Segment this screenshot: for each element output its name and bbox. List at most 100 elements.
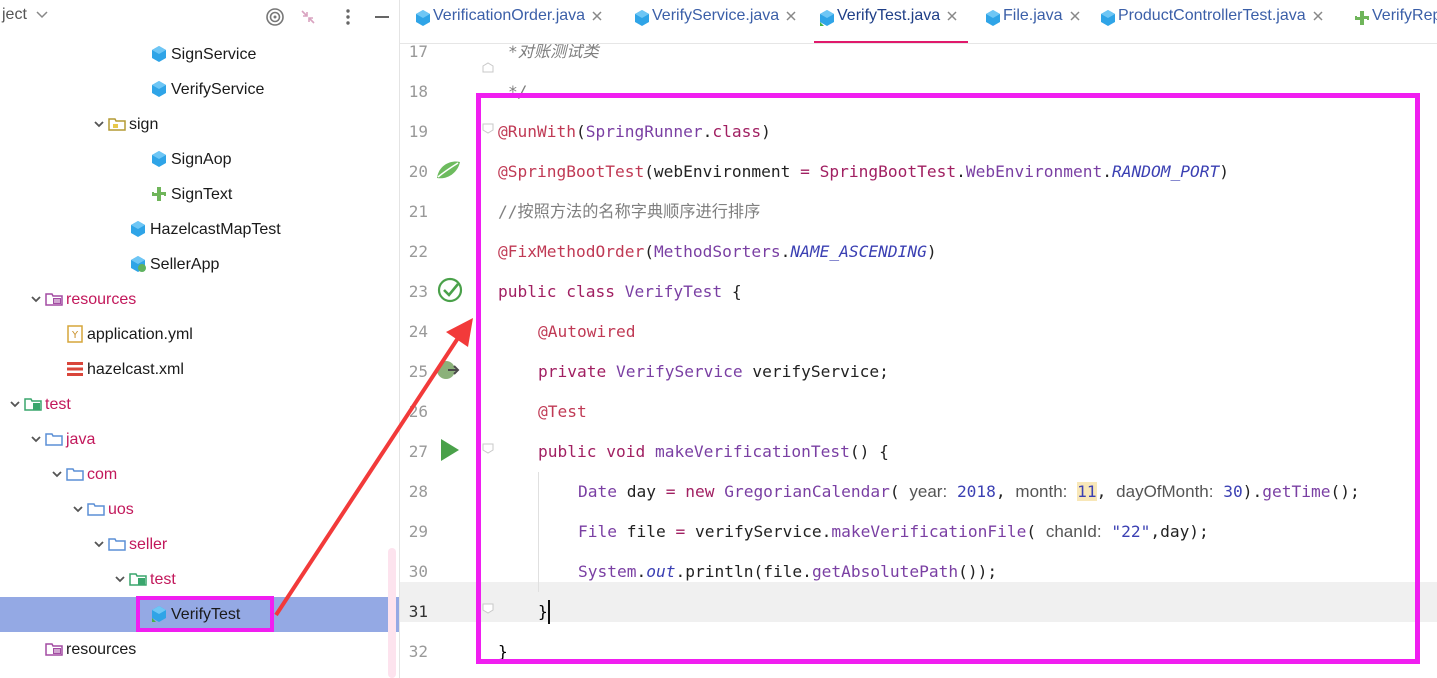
tree-item-signaop[interactable]: SignAop [0,142,399,177]
options-menu-icon[interactable] [336,5,360,29]
tree-item-com[interactable]: com [0,457,399,492]
line-number: 31 [408,602,428,621]
tree-item-java[interactable]: java [0,422,399,457]
class-icon [150,80,168,98]
tree-item-sign[interactable]: sign [0,107,399,142]
resources-icon [45,640,63,658]
class-icon [150,45,168,63]
tree-item-label: SignService [171,46,257,63]
tree-item-label: seller [129,536,168,553]
line-number: 26 [408,402,428,421]
line-number: 27 [408,442,428,461]
tab-label: VerifyTest.java [837,7,941,24]
close-icon[interactable] [591,10,603,22]
tree-item-label: SignText [171,186,233,203]
java-class-icon [984,9,1000,26]
line-number: 29 [408,522,428,541]
autowired-navigate-icon[interactable] [434,358,462,387]
hide-panel-icon[interactable] [370,5,394,29]
tree-item-label: VerifyService [171,81,265,98]
tree-item-signservice[interactable]: SignService [0,37,399,72]
line-number: 17 [408,44,428,61]
component-icon [1353,9,1369,26]
folder-icon [45,430,63,448]
chevron-down-icon[interactable] [93,538,105,550]
tree-item-label: test [45,396,71,413]
java-class-icon [633,9,649,26]
chevron-down-icon[interactable] [114,573,126,585]
tree-item-sellerapp[interactable]: SellerApp [0,247,399,282]
tree-item-hazelcast-xml[interactable]: hazelcast.xml [0,352,399,387]
xml-icon [66,360,84,378]
app-class-icon [129,255,147,273]
annotation-box-code [476,93,1420,664]
line-number: 25 [408,362,428,381]
svg-text:Y: Y [71,330,79,341]
tab-label: VerifyService.java [652,7,780,24]
chevron-down-icon[interactable] [93,118,105,130]
chevron-down-icon[interactable] [30,293,42,305]
line-number: 30 [408,562,428,581]
package-icon [108,115,126,133]
folder-icon [66,465,84,483]
tree-item-test[interactable]: test [0,562,399,597]
class-icon [150,150,168,168]
tree-item-label: SellerApp [150,256,220,273]
tree-item-label: java [66,431,96,448]
tab-label: VerificationOrder.java [433,7,586,24]
class-icon [129,220,147,238]
spring-bean-icon[interactable] [434,158,462,187]
resources-icon [45,290,63,308]
tab-label: File.java [1003,7,1063,24]
locate-target-icon[interactable] [263,5,287,29]
folder-icon [108,535,126,553]
chevron-down-icon[interactable] [72,503,84,515]
yml-icon: Y [66,325,84,343]
tree-item-signtext[interactable]: SignText [0,177,399,212]
project-tool-window: ject SignService VerifyService sign SignAop… [0,0,400,678]
line-number: 24 [408,322,428,341]
tree-item-resources[interactable]: resources [0,282,399,317]
editor-gutter: 17 18 19 20 21 22 23 24 25 26 27 28 29 30 31 32 [400,44,494,678]
close-icon[interactable] [1069,10,1081,22]
test-class-icon [818,9,834,26]
chevron-down-icon[interactable] [30,433,42,445]
tree-item-resources[interactable]: resources [0,632,399,667]
tree-item-label: test [150,571,176,588]
line-number: 28 [408,482,428,501]
line-number: 19 [408,122,428,141]
chevron-down-icon[interactable] [51,468,63,480]
line-number: 21 [408,202,428,221]
chevron-down-icon[interactable] [9,398,21,410]
tree-item-application-yml[interactable]: Yapplication.yml [0,317,399,352]
editor-tab-bar: VerificationOrder.java VerifyService.java… [400,0,1437,44]
line-number: 23 [408,282,428,301]
annotation-box-file [136,596,274,632]
tree-scrollbar[interactable] [388,548,396,678]
tree-item-label: sign [129,116,159,133]
tree-item-label: resources [66,291,137,308]
run-test-icon[interactable] [438,437,462,468]
project-panel-header: ject [0,0,399,35]
test-folder-icon [129,570,147,588]
tree-item-uos[interactable]: uos [0,492,399,527]
java-class-icon [414,9,430,26]
project-view-selector[interactable]: ject [2,6,27,24]
tab-label: ProductControllerTest.java [1118,7,1306,24]
close-icon[interactable] [785,10,797,22]
chevron-down-icon[interactable] [35,7,49,21]
tree-item-label: SignAop [171,151,232,168]
tree-item-label: hazelcast.xml [87,361,184,378]
tree-item-seller[interactable]: seller [0,527,399,562]
close-icon[interactable] [946,10,958,22]
collapse-all-icon[interactable] [296,5,320,29]
test-passed-icon[interactable] [436,276,464,309]
fold-marker-icon[interactable] [482,62,494,74]
close-icon[interactable] [1312,10,1324,22]
code-line-17: *对账测试类 [508,44,599,61]
line-number: 22 [408,242,428,261]
tree-item-hazelcastmaptest[interactable]: HazelcastMapTest [0,212,399,247]
tree-item-verifyservice[interactable]: VerifyService [0,72,399,107]
component-icon [150,185,168,203]
tree-item-test[interactable]: test [0,387,399,422]
